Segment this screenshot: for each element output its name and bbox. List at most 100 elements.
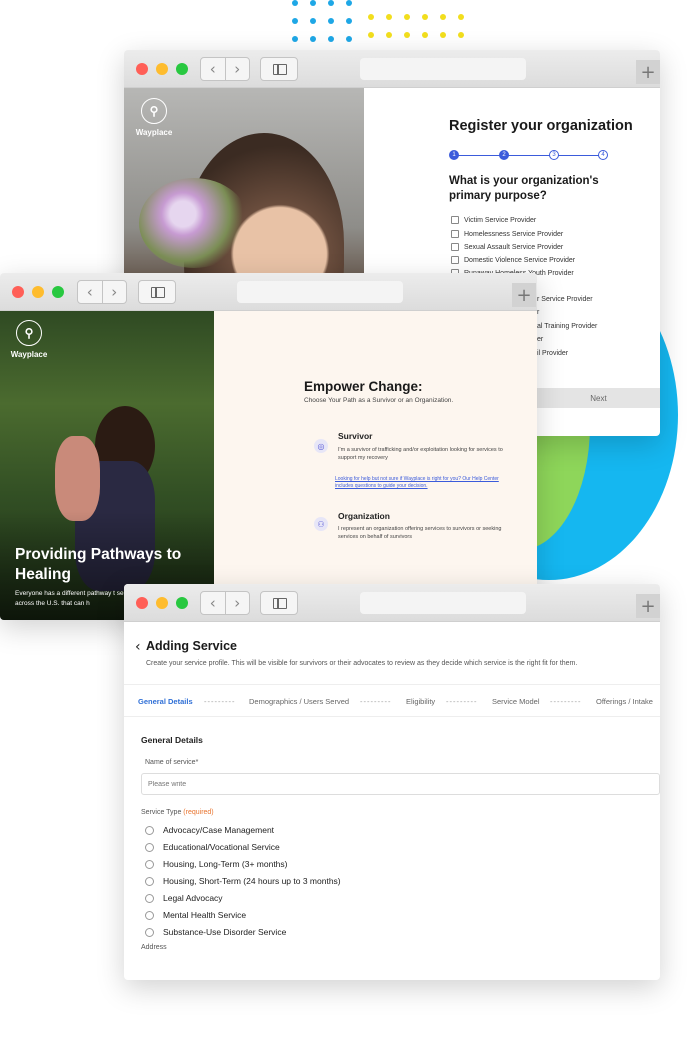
tab-offerings-intake[interactable]: Offerings / Intake (596, 697, 653, 706)
close-window-button[interactable] (136, 63, 148, 75)
tab-service-model[interactable]: Service Model (492, 697, 540, 706)
empower-window: ‹ › + ⚲ Wayplace Providing Pathways to Hea… (0, 273, 537, 620)
decor-dot (368, 32, 374, 38)
decor-dot (292, 0, 298, 6)
service-type-radio[interactable]: Housing, Long-Term (3+ months) (145, 859, 288, 869)
option-label-partial: il Provider (537, 350, 569, 357)
back-icon[interactable]: ‹ (78, 281, 102, 303)
sidebar-toggle-icon[interactable] (260, 57, 298, 81)
forward-icon[interactable]: › (101, 281, 127, 303)
name-of-service-input[interactable] (141, 773, 660, 795)
next-button-label: Next (590, 393, 607, 403)
new-tab-icon[interactable]: + (636, 60, 660, 84)
required-tag: (required) (183, 809, 214, 816)
survivor-title: Survivor (338, 431, 373, 441)
new-tab-icon[interactable]: + (636, 594, 660, 618)
minimize-window-button[interactable] (156, 597, 168, 609)
blue-dot-grid (292, 0, 362, 45)
organization-icon: ⚇ (314, 517, 328, 531)
empower-subtitle: Choose Your Path as a Survivor or an Org… (304, 397, 454, 404)
decor-dot (404, 14, 410, 20)
service-type-radio[interactable]: Substance-Use Disorder Service (145, 927, 286, 937)
chevron-left-icon[interactable]: ‹ (135, 639, 141, 655)
tab-separator: --------- (360, 697, 392, 706)
page-subtitle: Create your service profile. This will b… (146, 660, 578, 667)
decor-dot (346, 36, 352, 42)
decor-dot (310, 0, 316, 6)
service-type-label: Service Type (required) (141, 809, 214, 816)
yellow-dot-grid (368, 14, 478, 44)
decor-dot (458, 14, 464, 20)
decor-dot (292, 36, 298, 42)
title-bar: ‹ › + (0, 273, 537, 311)
stepper-line (454, 155, 604, 156)
step-1: 1 (449, 150, 459, 160)
sidebar-toggle-icon[interactable] (138, 280, 176, 304)
decor-dot (328, 18, 334, 24)
back-icon[interactable]: ‹ (201, 58, 225, 80)
option-checkbox[interactable]: Domestic Violence Service Provider (451, 256, 575, 264)
tab-demographics[interactable]: Demographics / Users Served (249, 697, 349, 706)
title-bar: ‹ › + (124, 50, 660, 88)
sidebar-toggle-icon[interactable] (260, 591, 298, 615)
service-type-radio[interactable]: Legal Advocacy (145, 893, 223, 903)
address-bar[interactable] (237, 281, 403, 303)
tab-bar-divider (124, 716, 660, 717)
new-tab-icon[interactable]: + (512, 283, 536, 307)
address-label: Address (141, 944, 167, 951)
organization-description: I represent an organization offering ser… (338, 526, 502, 540)
decor-dot (422, 32, 428, 38)
decor-dot (292, 18, 298, 24)
option-label-partial: al Training Provider (537, 323, 598, 330)
option-label-partial: er (537, 336, 544, 343)
decor-dot (440, 32, 446, 38)
option-checkbox[interactable]: Homelessness Service Provider (451, 230, 563, 238)
decor-dot (346, 0, 352, 6)
decor-dot (458, 32, 464, 38)
decor-dot (386, 14, 392, 20)
zoom-window-button[interactable] (176, 63, 188, 75)
tab-separator: --------- (550, 697, 582, 706)
decor-dot (368, 14, 374, 20)
organization-title: Organization (338, 511, 390, 521)
minimize-window-button[interactable] (32, 286, 44, 298)
tab-separator: --------- (446, 697, 478, 706)
service-type-radio[interactable]: Advocacy/Case Management (145, 825, 274, 835)
option-label-partial: r (537, 309, 540, 316)
decor-dot (328, 0, 334, 6)
tab-general-details[interactable]: General Details (138, 697, 193, 706)
name-of-service-label: Name of service* (145, 759, 199, 766)
close-window-button[interactable] (12, 286, 24, 298)
service-type-radio[interactable]: Housing, Short-Term (24 hours up to 3 mo… (145, 876, 341, 886)
service-type-radio[interactable]: Educational/Vocational Service (145, 842, 280, 852)
zoom-window-button[interactable] (52, 286, 64, 298)
option-checkbox[interactable]: Sexual Assault Service Provider (451, 243, 563, 251)
address-bar[interactable] (360, 58, 526, 80)
close-window-button[interactable] (136, 597, 148, 609)
step-3: 3 (549, 150, 559, 160)
service-type-text: Service Type (141, 809, 182, 816)
zoom-window-button[interactable] (176, 597, 188, 609)
service-type-radio[interactable]: Mental Health Service (145, 910, 246, 920)
hero-title: Providing Pathways to Healing (15, 546, 182, 583)
adding-service-window: ‹ › + ‹ Adding Service Create your servic… (124, 584, 660, 980)
survivor-description: I'm a survivor of trafficking and/or exp… (338, 447, 503, 461)
tab-eligibility[interactable]: Eligibility (406, 697, 435, 706)
purpose-question: What is your organization's primary purp… (449, 175, 599, 202)
organization-option[interactable]: ⚇ Organization I represent an organizati… (314, 511, 524, 551)
decor-dot (310, 18, 316, 24)
address-bar[interactable] (360, 592, 526, 614)
step-4: 4 (598, 150, 608, 160)
next-button[interactable]: Next (537, 388, 660, 408)
page-title: Adding Service (146, 639, 237, 653)
step-2: 2 (499, 150, 509, 160)
minimize-window-button[interactable] (156, 63, 168, 75)
forward-icon[interactable]: › (224, 592, 250, 614)
help-center-link[interactable]: Looking for help but not sure if Wayplac… (335, 476, 510, 490)
option-checkbox[interactable]: Victim Service Provider (451, 216, 536, 224)
back-icon[interactable]: ‹ (201, 592, 225, 614)
forward-icon[interactable]: › (224, 58, 250, 80)
wayplace-logo: ⚲ Wayplace (134, 98, 174, 137)
empower-title: Empower Change: (304, 379, 423, 394)
title-bar: ‹ › + (124, 584, 660, 622)
